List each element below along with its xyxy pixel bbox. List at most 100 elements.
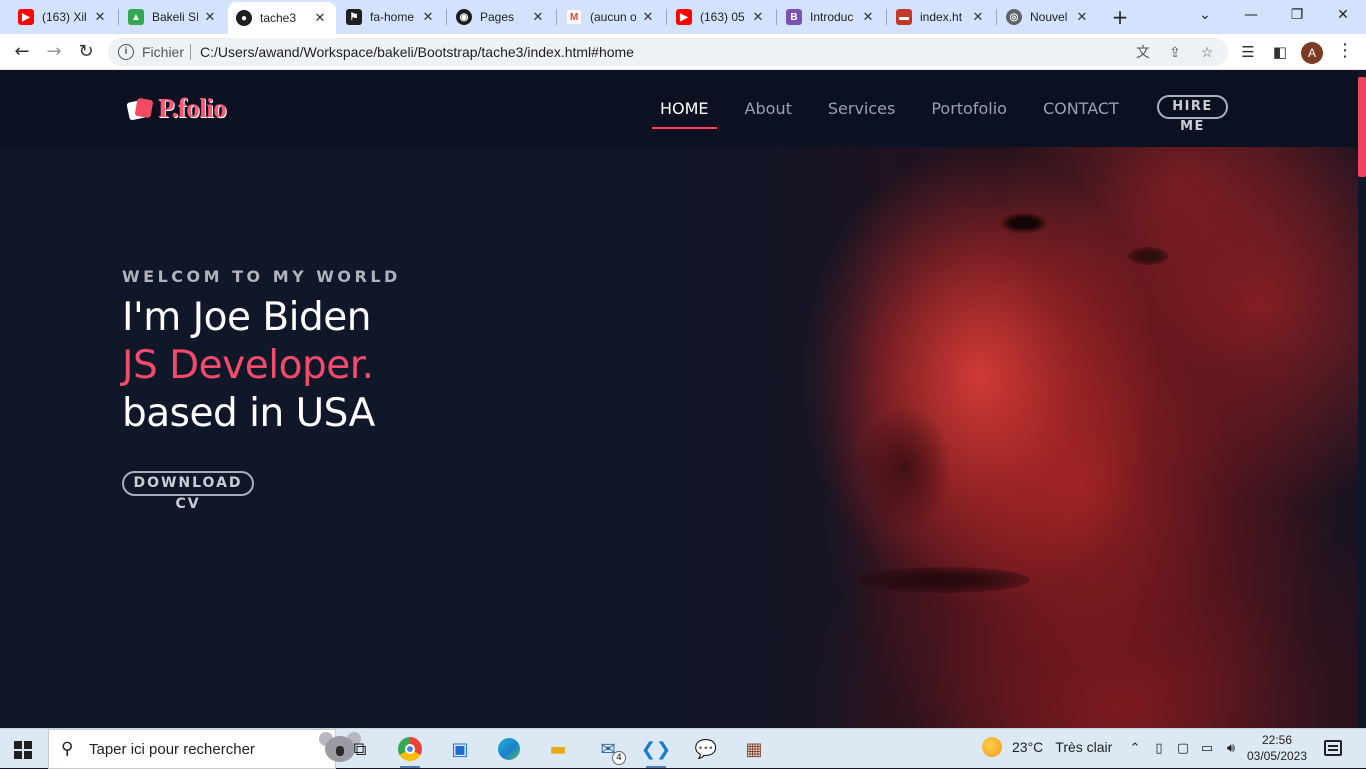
reload-button[interactable]: ↻ — [72, 38, 100, 66]
weather-moon-icon — [982, 737, 1002, 757]
flag-favicon-icon: ⚑ — [346, 9, 362, 25]
scrollbar-thumb[interactable] — [1358, 77, 1366, 177]
tab-7[interactable]: ▶ (163) 05 ✕ — [668, 4, 774, 30]
hero-eyebrow: WELCOM TO MY WORLD — [122, 267, 401, 286]
clock-date: 03/05/2023 — [1246, 749, 1308, 763]
notification-center-icon[interactable] — [1324, 740, 1342, 756]
tab-title: (163) Xil — [42, 10, 87, 24]
download-cv-button[interactable]: DOWNLOAD CV — [122, 471, 254, 512]
chrome-icon: ◎ — [1006, 9, 1022, 25]
scheme-label: Fichier — [142, 44, 185, 60]
hero-name: I'm Joe Biden — [122, 295, 371, 340]
close-icon[interactable]: ✕ — [1074, 10, 1090, 25]
tab-3-active[interactable]: ● tache3 ✕ — [228, 2, 336, 34]
tab-1[interactable]: ▶ (163) Xil ✕ — [10, 4, 116, 30]
tab-5[interactable]: ◉ Pages ✕ — [448, 4, 554, 30]
close-icon[interactable]: ✕ — [530, 10, 546, 25]
close-icon[interactable]: ✕ — [750, 10, 766, 25]
nav-link-contact[interactable]: CONTACT — [1043, 99, 1119, 129]
gmail-icon: M — [566, 9, 582, 25]
back-button[interactable]: ← — [8, 38, 36, 66]
close-icon[interactable]: ✕ — [202, 10, 218, 25]
hero-text-block: WELCOM TO MY WORLD I'm Joe Biden JS Deve… — [122, 267, 401, 438]
tab-9[interactable]: ▬ index.ht ✕ — [888, 4, 994, 30]
tab-4[interactable]: ⚑ fa-home ✕ — [338, 4, 444, 30]
device-icon[interactable]: ▯ — [1150, 741, 1168, 756]
nav-menu: HOME About Services Portofolio CONTACT — [652, 99, 1155, 129]
chrome-taskbar-icon[interactable] — [396, 735, 424, 768]
tab-title: (aucun o — [590, 10, 636, 24]
chat-icon[interactable]: 💬 — [692, 735, 720, 763]
tab-strip: ▶ (163) Xil ✕ ▲ Bakeli SI ✕ ● tache3 ✕ ⚑… — [0, 0, 1366, 34]
page-viewport: P.folio HOME About Services Portofolio C… — [0, 71, 1366, 728]
system-clock[interactable]: 22:56 03/05/2023 — [1244, 732, 1310, 764]
tab-title: Nouvel o — [1030, 10, 1070, 24]
tab-6[interactable]: M (aucun o ✕ — [558, 4, 664, 30]
tab-2[interactable]: ▲ Bakeli SI ✕ — [120, 4, 226, 30]
reading-list-icon[interactable]: ☰ — [1238, 42, 1258, 62]
app-tray-icon[interactable]: ▢ — [1174, 741, 1192, 756]
tab-8[interactable]: B Introduc ✕ — [778, 4, 884, 30]
volume-icon[interactable]: 🔊︎ — [1222, 741, 1240, 756]
close-icon[interactable]: ✕ — [860, 10, 876, 25]
file-explorer-icon[interactable]: ▬ — [544, 735, 572, 763]
tab-10[interactable]: ◎ Nouvel o ✕ — [998, 4, 1098, 30]
tab-title: index.ht — [920, 10, 963, 24]
close-icon[interactable]: ✕ — [970, 10, 986, 25]
minimize-button[interactable]: — — [1228, 0, 1274, 32]
vscode-icon[interactable]: ❮❯ — [641, 735, 671, 768]
edge-icon[interactable] — [495, 735, 523, 763]
taskbar-search-box[interactable]: ⚲ Taper ici pour rechercher — [48, 729, 361, 769]
nav-link-home[interactable]: HOME — [652, 99, 717, 129]
menu-dots-icon[interactable]: ⋮ — [1336, 42, 1354, 62]
app-box-icon[interactable]: ▦ — [740, 735, 768, 763]
mail-badge: 4 — [612, 751, 626, 765]
nav-link-portfolio[interactable]: Portofolio — [931, 99, 1007, 129]
microsoft-store-icon[interactable]: ▣ — [446, 735, 474, 763]
close-icon[interactable]: ✕ — [92, 10, 108, 25]
info-icon[interactable]: i — [118, 44, 134, 60]
url-text[interactable]: C:/Users/awand/Workspace/bakeli/Bootstra… — [200, 44, 634, 60]
chevron-up-icon[interactable]: ⌃ — [1126, 741, 1144, 756]
close-icon[interactable]: ✕ — [312, 11, 328, 26]
battery-icon[interactable]: ▭ — [1198, 741, 1216, 756]
tab-title: Bakeli SI — [152, 10, 198, 24]
nav-link-services[interactable]: Services — [828, 99, 895, 129]
tab-title: fa-home — [370, 10, 415, 24]
bookmark-star-icon[interactable]: ☆ — [1198, 43, 1216, 61]
browser-toolbar: ← → ↻ i Fichier C:/Users/awand/Workspace… — [0, 34, 1366, 70]
divider — [190, 44, 191, 60]
windows-start-icon[interactable] — [14, 741, 32, 759]
side-panel-icon[interactable]: ◧ — [1270, 42, 1290, 62]
share-icon[interactable]: ⇪ — [1166, 43, 1184, 61]
site-favicon-icon: ● — [236, 10, 252, 26]
github-icon: ◉ — [456, 9, 472, 25]
profile-avatar[interactable]: A — [1301, 42, 1323, 64]
new-tab-button[interactable]: + — [1108, 4, 1132, 30]
youtube-icon: ▶ — [676, 9, 692, 25]
translate-icon[interactable]: 文 — [1134, 43, 1152, 61]
nav-link-about[interactable]: About — [745, 99, 792, 129]
close-window-button[interactable]: ✕ — [1320, 0, 1366, 32]
site-navbar: P.folio HOME About Services Portofolio C… — [0, 71, 1366, 147]
restore-button[interactable]: ❐ — [1274, 0, 1320, 32]
brand-logo[interactable]: P.folio — [126, 93, 227, 124]
hero-portrait-image — [560, 147, 1366, 728]
tab-title: Introduc — [810, 10, 854, 24]
windows-taskbar: ⚲ Taper ici pour rechercher ⧉ ▣ ▬ ✉ 4 ❮❯ … — [0, 728, 1366, 769]
close-icon[interactable]: ✕ — [640, 10, 656, 25]
bootstrap-icon: B — [786, 9, 802, 25]
weather-description: Très clair — [1055, 739, 1113, 755]
tab-title: Pages — [480, 10, 515, 24]
scrollbar[interactable] — [1358, 71, 1366, 728]
hire-me-button[interactable]: HIRE ME — [1157, 95, 1228, 134]
close-icon[interactable]: ✕ — [420, 10, 436, 25]
forward-button[interactable]: → — [40, 38, 68, 66]
weather-widget[interactable]: 23°C Très clair — [982, 737, 1112, 757]
address-bar[interactable]: i Fichier C:/Users/awand/Workspace/bakel… — [108, 38, 1228, 66]
mail-icon[interactable]: ✉ 4 — [594, 735, 626, 765]
task-view-icon[interactable]: ⧉ — [346, 735, 374, 763]
tab-title: tache3 — [260, 11, 297, 25]
tab-search-chevron-icon[interactable]: ⌄ — [1182, 0, 1228, 32]
brand-name: P.folio — [158, 93, 227, 123]
